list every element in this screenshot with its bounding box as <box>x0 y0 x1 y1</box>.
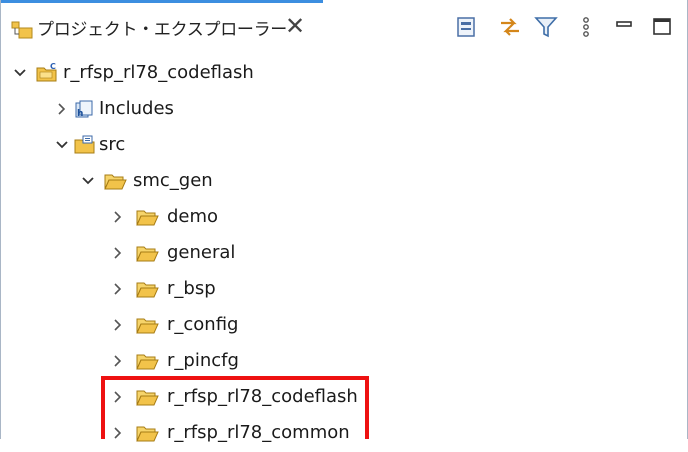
tree-item-folder[interactable]: r_rfsp_rl78_common <box>1 416 687 452</box>
svg-text:C: C <box>50 62 56 71</box>
chevron-right-icon[interactable] <box>111 282 125 296</box>
tree-item-folder[interactable]: general <box>1 236 687 272</box>
close-icon[interactable]: ✕ <box>285 11 305 41</box>
tab-title: プロジェクト・エクスプローラー <box>37 20 287 40</box>
folder-open-icon <box>104 174 127 190</box>
tree-item-label: r_config <box>167 314 239 335</box>
project-explorer-view: プロジェクト・エクスプローラー ✕ C r_rfsp_rl78_codeflas… <box>0 0 688 443</box>
project-explorer-icon <box>11 21 33 39</box>
folder-icon <box>136 426 159 442</box>
collapse-all-icon[interactable] <box>453 14 479 40</box>
chevron-down-icon[interactable] <box>55 138 69 152</box>
folder-icon <box>136 246 159 262</box>
minimize-icon[interactable] <box>611 14 637 40</box>
folder-icon <box>136 354 159 370</box>
tree-item-smc-gen[interactable]: smc_gen <box>1 164 687 200</box>
chevron-right-icon[interactable] <box>111 426 125 440</box>
tree-item-folder[interactable]: demo <box>1 200 687 236</box>
maximize-icon[interactable] <box>649 14 675 40</box>
view-tab-bar: プロジェクト・エクスプローラー ✕ <box>1 0 687 52</box>
tree-item-label: src <box>99 134 126 155</box>
tree-item-folder[interactable]: r_bsp <box>1 272 687 308</box>
tree-item-label: r_bsp <box>167 278 216 299</box>
tree-item-label: r_pincfg <box>167 350 239 371</box>
tree-item-label: r_rfsp_rl78_common <box>167 422 350 443</box>
chevron-right-icon[interactable] <box>111 390 125 404</box>
tree-item-folder[interactable]: r_config <box>1 308 687 344</box>
tree-item-includes[interactable]: h Includes <box>1 92 687 128</box>
tree-item-label: general <box>167 242 236 263</box>
folder-icon <box>136 210 159 226</box>
tree-item-src[interactable]: src <box>1 128 687 164</box>
chevron-down-icon[interactable] <box>81 174 95 188</box>
tree-item-label: r_rfsp_rl78_codeflash <box>167 386 358 407</box>
folder-icon <box>136 390 159 406</box>
tree-item-folder[interactable]: r_pincfg <box>1 344 687 380</box>
view-menu-icon[interactable] <box>573 14 599 40</box>
tree-item-label: r_rfsp_rl78_codeflash <box>63 62 254 83</box>
chevron-right-icon[interactable] <box>111 318 125 332</box>
chevron-right-icon[interactable] <box>55 102 69 116</box>
includes-icon: h <box>75 100 93 119</box>
tree-item-label: demo <box>167 206 219 227</box>
link-with-editor-icon[interactable] <box>497 14 523 40</box>
folder-icon <box>136 318 159 334</box>
tree-item-folder[interactable]: r_rfsp_rl78_codeflash <box>1 380 687 416</box>
source-folder-icon <box>74 135 95 154</box>
chevron-right-icon[interactable] <box>111 246 125 260</box>
tab-project-explorer[interactable]: プロジェクト・エクスプローラー ✕ <box>1 3 323 52</box>
chevron-right-icon[interactable] <box>111 210 125 224</box>
svg-text:h: h <box>77 109 83 119</box>
chevron-down-icon[interactable] <box>13 66 27 80</box>
folder-icon <box>136 282 159 298</box>
filter-icon[interactable] <box>533 14 559 40</box>
chevron-right-icon[interactable] <box>111 354 125 368</box>
project-folder-icon: C <box>36 62 57 82</box>
tree-item-label: smc_gen <box>133 170 213 191</box>
tree-item-label: Includes <box>99 98 174 119</box>
tree-item-project[interactable]: C r_rfsp_rl78_codeflash <box>1 56 687 92</box>
